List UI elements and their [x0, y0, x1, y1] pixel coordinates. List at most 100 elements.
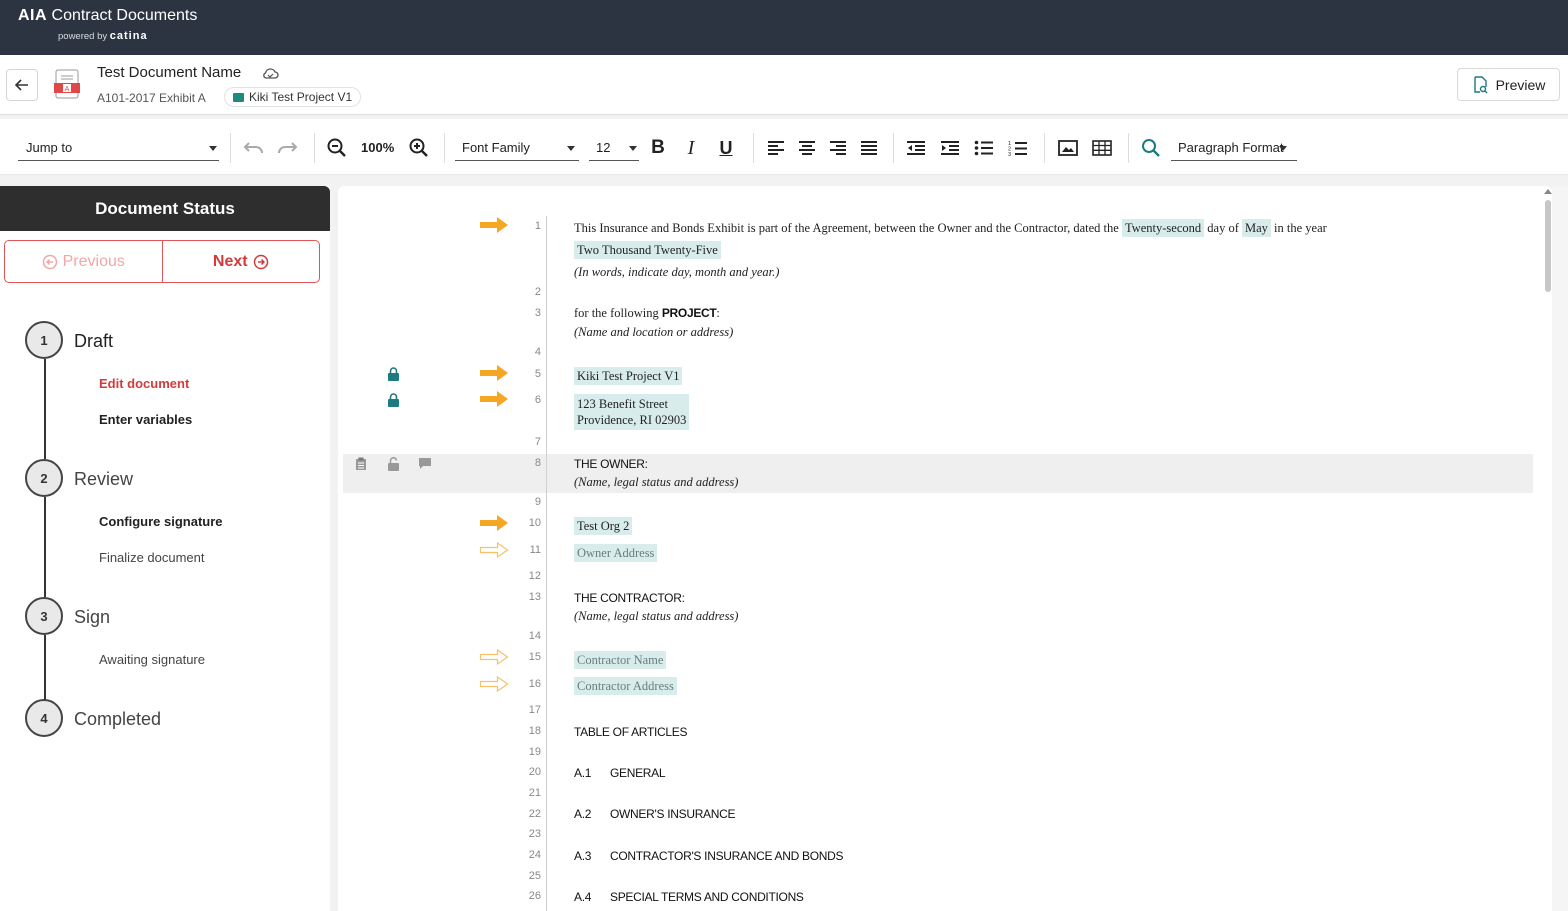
document-status-panel: Document Status Previous Next 1 Draft Ed… [0, 186, 330, 911]
step-item-enter-variables[interactable]: Enter variables [99, 412, 192, 427]
font-family-label: Font Family [462, 140, 530, 155]
previous-button[interactable]: Previous [5, 241, 163, 282]
variable-contractor-name[interactable]: Contractor Name [574, 651, 667, 669]
lock-icon[interactable] [387, 393, 400, 407]
back-button[interactable] [6, 69, 38, 101]
zoom-in-button[interactable] [406, 135, 432, 161]
undo-button[interactable] [240, 135, 266, 161]
align-right-icon [830, 141, 846, 155]
gutter-divider [546, 216, 547, 911]
variable-month[interactable]: May [1241, 219, 1271, 237]
outdent-button[interactable] [903, 135, 929, 161]
article-title[interactable]: GENERAL [610, 766, 666, 780]
document-line-3[interactable]: for the following PROJECT: [574, 306, 720, 321]
align-center-button[interactable] [794, 135, 820, 161]
line-number: 7 [534, 436, 541, 448]
paragraph-format-select[interactable]: Paragraph Format [1171, 136, 1297, 161]
article-number: A.4 [574, 890, 592, 904]
search-button[interactable] [1138, 135, 1164, 161]
variable-day[interactable]: Twenty-second [1121, 219, 1205, 237]
line-number: 14 [528, 630, 541, 642]
svg-text:A: A [65, 86, 70, 93]
line-number: 5 [534, 368, 541, 380]
comment-icon[interactable] [418, 457, 432, 470]
owner-heading: THE OWNER: [574, 457, 648, 471]
bold-button[interactable]: B [645, 135, 671, 161]
underline-button[interactable]: U [713, 135, 739, 161]
variable-filled-arrow-icon[interactable] [479, 390, 509, 408]
scrollbar-track[interactable] [1552, 186, 1568, 911]
document-name[interactable]: Test Document Name [97, 64, 241, 81]
document-status-title: Document Status [0, 186, 330, 231]
insert-table-button[interactable] [1089, 135, 1115, 161]
variable-filled-arrow-icon[interactable] [479, 364, 509, 382]
document-line-1-cont[interactable]: Two Thousand Twenty-Five [574, 241, 721, 259]
article-title[interactable]: OWNER'S INSURANCE [610, 807, 736, 821]
variable-project-name[interactable]: Kiki Test Project V1 [574, 367, 683, 385]
step-item-edit-document[interactable]: Edit document [99, 376, 189, 391]
outdent-icon [907, 141, 925, 155]
article-title[interactable]: SPECIAL TERMS AND CONDITIONS [610, 890, 804, 904]
variable-owner-address[interactable]: Owner Address [574, 544, 658, 562]
variable-project-address[interactable]: 123 Benefit Street Providence, RI 02903 [574, 394, 690, 430]
address-line: Providence, RI 02903 [577, 413, 687, 427]
align-right-button[interactable] [825, 135, 851, 161]
step-item-finalize-document[interactable]: Finalize document [99, 550, 205, 565]
variable-empty-arrow-icon[interactable] [479, 541, 509, 559]
jump-to-select[interactable]: Jump to [18, 136, 219, 161]
step-label-review: Review [74, 469, 134, 489]
line-number: 15 [528, 651, 541, 663]
jump-to-label: Jump to [26, 140, 73, 155]
chevron-down-icon [567, 146, 575, 151]
step-item-configure-signature[interactable]: Configure signature [99, 514, 223, 529]
italic-button[interactable]: I [678, 135, 704, 161]
scroll-up-icon[interactable] [1544, 189, 1552, 194]
toolbar-divider [1128, 133, 1129, 163]
next-button[interactable]: Next [163, 241, 320, 282]
document-line-15[interactable]: Contractor Name [574, 651, 667, 669]
zoom-out-icon [327, 138, 346, 157]
line-number: 12 [528, 570, 541, 582]
indent-button[interactable] [937, 135, 963, 161]
document-type-icon: A [52, 69, 82, 101]
project-chip[interactable]: Kiki Test Project V1 [224, 87, 362, 107]
step-connector [44, 635, 46, 700]
document-line-1[interactable]: This Insurance and Bonds Exhibit is part… [574, 219, 1327, 237]
clipboard-icon[interactable] [355, 457, 367, 471]
variable-filled-arrow-icon[interactable] [479, 514, 509, 532]
redo-button[interactable] [275, 135, 301, 161]
project-heading: PROJECT [661, 306, 717, 320]
document-search-icon [1473, 75, 1488, 93]
font-size-select[interactable]: 12 [589, 136, 639, 161]
align-left-button[interactable] [763, 135, 789, 161]
variable-empty-arrow-icon[interactable] [479, 648, 509, 666]
zoom-out-button[interactable] [324, 135, 350, 161]
insert-image-button[interactable] [1055, 135, 1081, 161]
article-number: A.3 [574, 849, 592, 863]
line-number: 8 [534, 457, 541, 469]
numbered-list-button[interactable]: 123 [1005, 135, 1031, 161]
arrow-right-circle-icon [253, 254, 268, 269]
article-title[interactable]: CONTRACTOR'S INSURANCE AND BONDS [610, 849, 843, 863]
variable-owner-name[interactable]: Test Org 2 [574, 517, 633, 535]
chevron-down-icon [629, 146, 637, 151]
previous-label: Previous [62, 252, 125, 270]
variable-contractor-address[interactable]: Contractor Address [574, 677, 677, 695]
document-line-11[interactable]: Owner Address [574, 544, 658, 562]
bullet-list-button[interactable] [971, 135, 997, 161]
document-line-5[interactable]: Kiki Test Project V1 [574, 367, 683, 385]
scrollbar-thumb[interactable] [1545, 200, 1551, 292]
document-line-16[interactable]: Contractor Address [574, 677, 677, 695]
step-item-awaiting-signature[interactable]: Awaiting signature [99, 652, 205, 667]
lock-icon[interactable] [387, 367, 400, 381]
line-number: 26 [528, 890, 541, 902]
align-justify-button[interactable] [856, 135, 882, 161]
font-family-select[interactable]: Font Family [455, 136, 579, 161]
variable-year[interactable]: Two Thousand Twenty-Five [574, 241, 721, 259]
variable-filled-arrow-icon[interactable] [479, 216, 509, 234]
line-number: 16 [528, 678, 541, 690]
unlock-icon[interactable] [387, 457, 400, 471]
document-line-10[interactable]: Test Org 2 [574, 517, 633, 535]
preview-button[interactable]: Preview [1457, 68, 1560, 101]
variable-empty-arrow-icon[interactable] [479, 675, 509, 693]
